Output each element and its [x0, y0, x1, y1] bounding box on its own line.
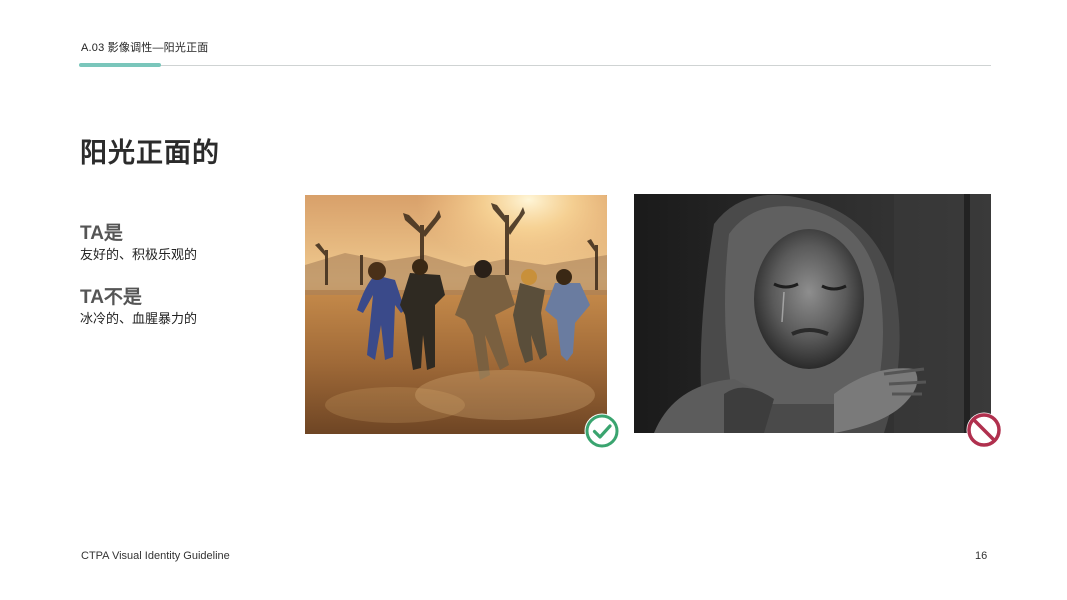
is-not-heading: TA不是	[80, 287, 142, 308]
header-rule-accent	[79, 63, 161, 67]
check-circle-icon	[583, 412, 621, 450]
is-description: 友好的、积极乐观的	[80, 247, 198, 262]
prohibited-icon	[965, 411, 1003, 449]
page-number: 16	[975, 550, 988, 562]
is-not-description: 冰冷的、血腥暴力的	[80, 311, 198, 326]
good-example-photo	[305, 195, 607, 434]
bad-example-photo	[634, 194, 991, 433]
footer-brand: CTPA Visual Identity Guideline	[81, 550, 230, 562]
is-heading: TA是	[80, 223, 123, 244]
section-label: A.03 影像调性—阳光正面	[81, 42, 209, 54]
header-rule	[80, 65, 991, 66]
page-title: 阳光正面的	[80, 138, 220, 168]
